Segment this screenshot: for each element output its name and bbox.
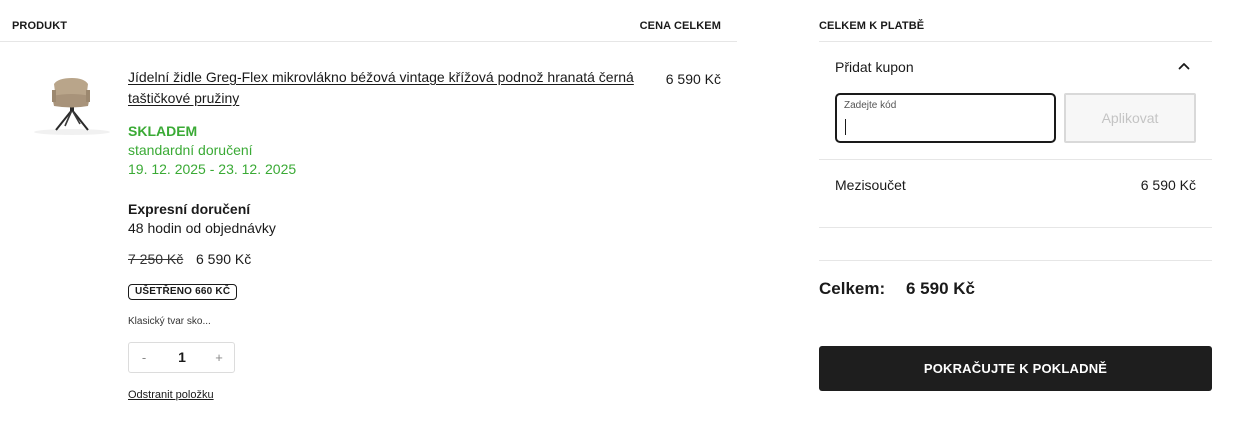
original-price: 7 250 Kč — [128, 251, 184, 267]
divider — [819, 260, 1212, 261]
savings-badge: UŠETŘENO 660 KČ — [128, 284, 238, 300]
quantity-input[interactable] — [161, 343, 203, 372]
line-total-price: 6 590 Kč — [665, 71, 721, 87]
order-summary: CELKEM K PLATBĚ Přidat kupon Zadejte kód… — [819, 0, 1212, 423]
subtotal-value: 6 590 Kč — [1140, 177, 1196, 193]
express-delivery-title: Expresní doručení — [128, 201, 251, 217]
apply-coupon-button[interactable]: Aplikovat — [1064, 93, 1196, 143]
coupon-toggle-label: Přidat kupon — [835, 59, 914, 75]
total-value: 6 590 Kč — [906, 279, 975, 298]
product-name-link[interactable]: Jídelní židle Greg-Flex mikrovlákno béžo… — [128, 67, 638, 109]
current-price: 6 590 Kč — [196, 251, 252, 267]
coupon-code-label: Zadejte kód — [844, 100, 897, 111]
divider — [819, 159, 1212, 160]
shipping-dates: 19. 12. 2025 - 23. 12. 2025 — [128, 161, 297, 177]
chevron-up-icon — [1178, 63, 1190, 70]
quantity-decrease-button[interactable]: - — [129, 343, 159, 372]
total-label: Celkem: — [819, 279, 886, 298]
coupon-code-field[interactable]: Zadejte kód — [835, 93, 1056, 143]
cart-section: PRODUKT CENA CELKEM Jídelní židle Greg-F… — [0, 0, 737, 423]
summary-heading: CELKEM K PLATBĚ — [819, 20, 925, 32]
coupon-code-input[interactable] — [843, 115, 1043, 137]
coupon-toggle[interactable]: Přidat kupon — [819, 42, 1212, 90]
product-short-description: Klasický tvar sko... — [128, 316, 211, 327]
quantity-stepper: - + — [128, 342, 235, 373]
text-caret — [845, 119, 846, 135]
column-header-product: PRODUKT — [12, 20, 68, 32]
subtotal-label: Mezisoučet — [835, 177, 906, 193]
checkout-button[interactable]: POKRAČUJTE K POKLADNĚ — [819, 346, 1212, 391]
divider — [819, 227, 1212, 228]
dining-chair-image[interactable] — [28, 66, 112, 136]
column-header-total-price: CENA CELKEM — [639, 20, 721, 32]
shipping-type: standardní doručení — [128, 142, 253, 158]
quantity-increase-button[interactable]: + — [204, 343, 234, 372]
cart-table-header: PRODUKT CENA CELKEM — [0, 0, 737, 42]
stock-status: SKLADEM — [128, 123, 198, 139]
remove-item-link[interactable]: Odstranit položku — [128, 389, 214, 401]
express-delivery-subtitle: 48 hodin od objednávky — [128, 220, 276, 236]
